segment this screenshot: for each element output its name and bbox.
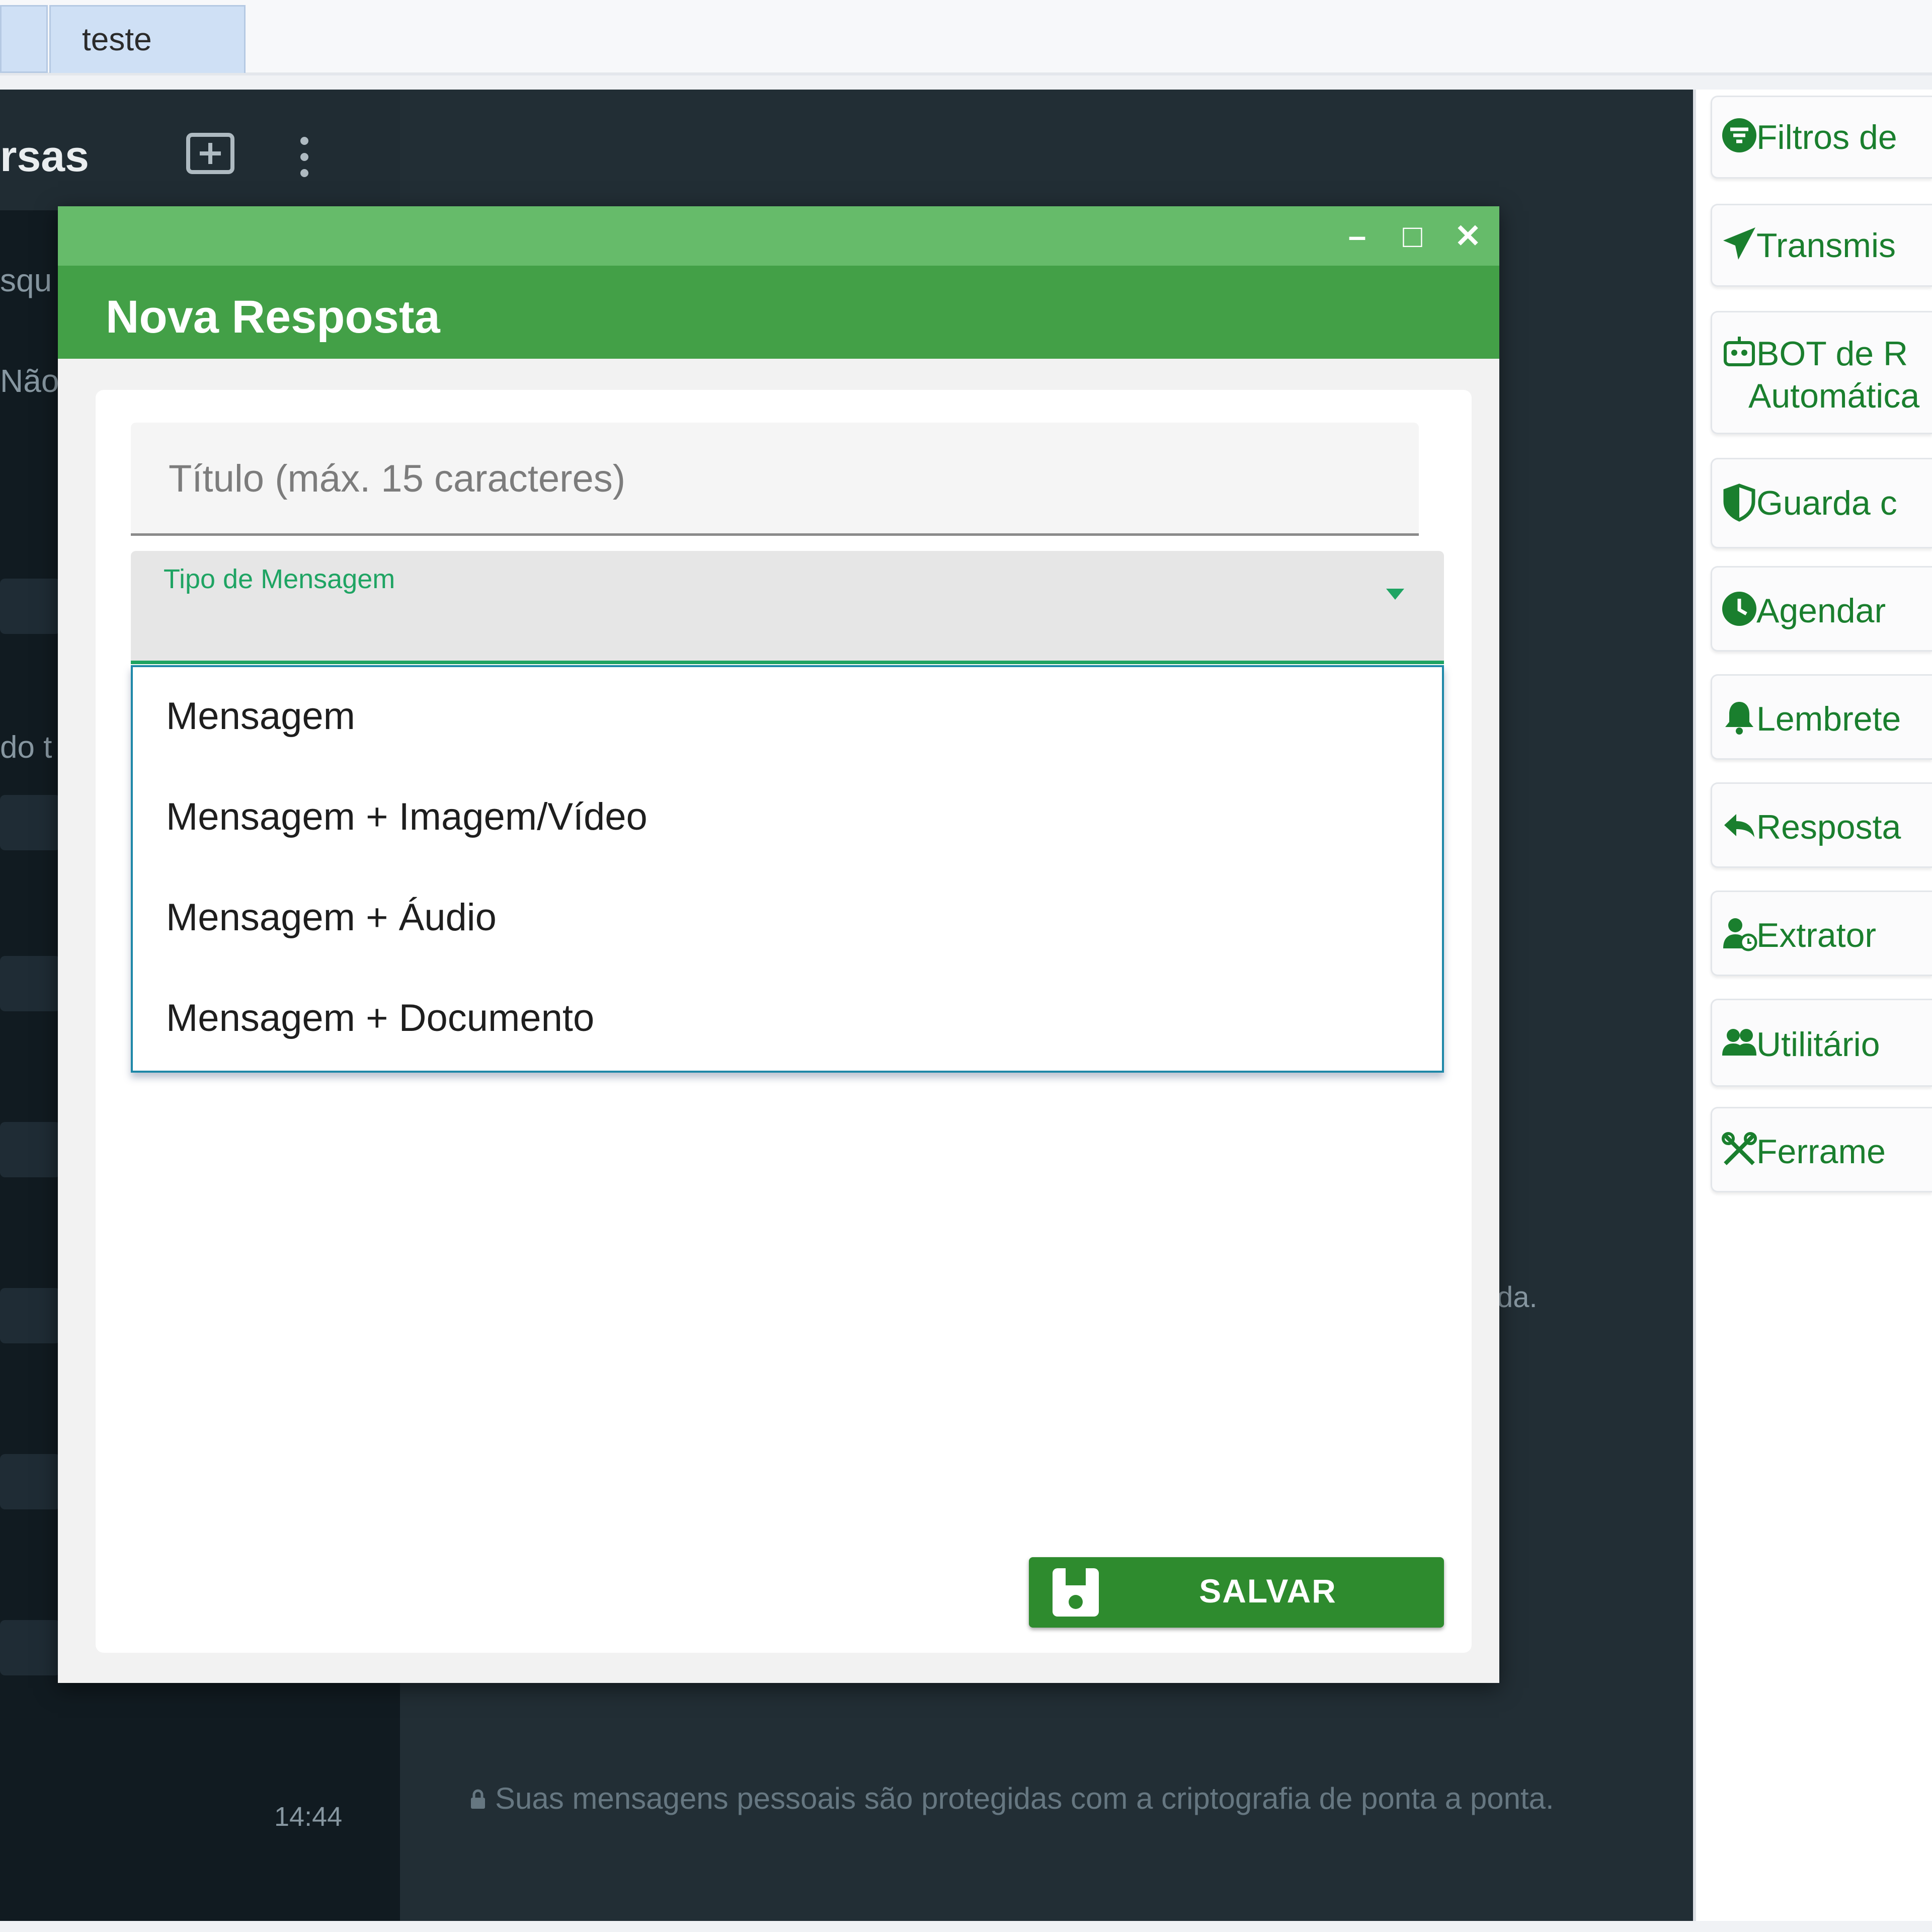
tab-bar bbox=[0, 0, 1932, 75]
save-button-label: SALVAR bbox=[1199, 1572, 1337, 1609]
chat-row[interactable] bbox=[0, 579, 60, 634]
user-clock-icon bbox=[1721, 915, 1757, 961]
side-item-bot-line2: Automática bbox=[1748, 377, 1920, 415]
unread-filter[interactable]: Não bbox=[0, 362, 59, 399]
clock-icon bbox=[1721, 591, 1756, 636]
close-button[interactable]: ✕ bbox=[1444, 207, 1492, 265]
tab-previous[interactable] bbox=[0, 5, 48, 73]
lock-icon bbox=[471, 1789, 485, 1809]
title-input-placeholder: Título (máx. 15 caracteres) bbox=[169, 457, 626, 500]
chat-row[interactable] bbox=[0, 1288, 60, 1343]
chat-time: 14:44 bbox=[274, 1802, 343, 1832]
tools-icon bbox=[1721, 1132, 1757, 1177]
tab-teste[interactable]: teste bbox=[49, 5, 246, 73]
bell-icon bbox=[1721, 699, 1753, 745]
filter-icon bbox=[1721, 117, 1756, 163]
minimize-button[interactable]: – bbox=[1333, 207, 1381, 265]
shield-icon bbox=[1721, 484, 1755, 531]
new-chat-icon[interactable] bbox=[185, 132, 235, 189]
chat-row[interactable] bbox=[0, 1454, 60, 1509]
option-mensagem-imagem-video[interactable]: Mensagem + Imagem/Vídeo bbox=[166, 795, 648, 839]
robot-icon bbox=[1721, 334, 1755, 379]
option-mensagem[interactable]: Mensagem bbox=[166, 694, 355, 738]
search-input[interactable]: squ bbox=[0, 262, 52, 299]
reply-icon bbox=[1721, 807, 1754, 853]
save-icon-part bbox=[1066, 1568, 1086, 1585]
encryption-text: Suas mensagens pessoais são protegidas c… bbox=[495, 1782, 1554, 1815]
chat-row[interactable] bbox=[0, 956, 60, 1011]
side-item-agendar[interactable]: Agendar bbox=[1711, 566, 1932, 652]
side-item-bot[interactable]: BOT de R Automática bbox=[1711, 311, 1932, 434]
message-type-label: Tipo de Mensagem bbox=[164, 564, 395, 594]
chat-row[interactable] bbox=[0, 1620, 60, 1675]
send-icon bbox=[1721, 225, 1755, 271]
side-item-lembrete[interactable]: Lembrete bbox=[1711, 674, 1932, 760]
side-item-extrator[interactable]: Extrator bbox=[1711, 891, 1932, 976]
dialog-title: Nova Resposta bbox=[106, 291, 440, 343]
side-item-transmissao[interactable]: Transmis bbox=[1711, 204, 1932, 287]
side-item-filtros[interactable]: Filtros de bbox=[1711, 96, 1932, 179]
chevron-down-icon[interactable] bbox=[1386, 589, 1404, 600]
maximize-button[interactable]: □ bbox=[1389, 207, 1436, 265]
option-mensagem-audio[interactable]: Mensagem + Áudio bbox=[166, 896, 497, 939]
side-item-guarda[interactable]: Guarda c bbox=[1711, 458, 1932, 548]
users-icon bbox=[1721, 1024, 1756, 1070]
chat-row[interactable] bbox=[0, 795, 60, 850]
dialog-titlebar[interactable] bbox=[58, 206, 1499, 266]
chat-row[interactable] bbox=[0, 1122, 60, 1177]
side-item-resposta[interactable]: Resposta bbox=[1711, 782, 1932, 868]
archived-label: do t bbox=[0, 730, 52, 765]
side-item-utilitarios[interactable]: Utilitário bbox=[1711, 999, 1932, 1087]
menu-dots-icon[interactable] bbox=[297, 132, 312, 193]
side-item-ferramentas[interactable]: Ferrame bbox=[1711, 1107, 1932, 1192]
save-icon-part bbox=[1069, 1595, 1083, 1609]
chat-list-title: rsas bbox=[0, 132, 89, 181]
encryption-notice: Suas mensagens pessoais são protegidas c… bbox=[468, 1781, 1554, 1816]
option-mensagem-documento[interactable]: Mensagem + Documento bbox=[166, 996, 594, 1040]
chat-text-fragment: da. bbox=[1497, 1281, 1538, 1314]
